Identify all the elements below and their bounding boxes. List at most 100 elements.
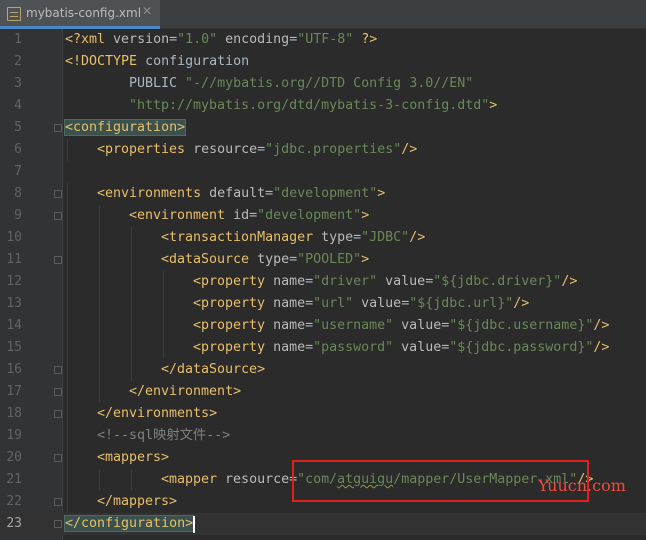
indent-guide bbox=[67, 403, 68, 425]
code-line[interactable]: 10 <transactionManager type="JDBC"/> bbox=[0, 227, 646, 249]
code-text: <mappers> bbox=[97, 450, 169, 466]
code-token: name bbox=[273, 318, 306, 333]
code-line[interactable]: 6 <properties resource="jdbc.properties"/… bbox=[0, 139, 646, 161]
code-token: <property bbox=[193, 318, 274, 333]
code-token: = bbox=[289, 252, 298, 267]
code-line[interactable]: 2 <!DOCTYPE configuration bbox=[0, 51, 646, 73]
code-token: <dataSource bbox=[161, 252, 258, 267]
indent-guide bbox=[67, 139, 68, 161]
code-line[interactable]: 14 <property name="username" value="${jdb… bbox=[0, 315, 646, 337]
code-token: /> bbox=[593, 340, 610, 355]
editor-tab-bar: mybatis-config.xml ✕ bbox=[0, 0, 646, 29]
code-line[interactable]: 5 <configuration> bbox=[0, 117, 646, 139]
code-token: "jdbc.properties" bbox=[265, 142, 402, 157]
line-number: 22 bbox=[6, 494, 22, 509]
code-token: "${jdbc.password}" bbox=[449, 340, 594, 355]
line-number: 12 bbox=[6, 274, 22, 289]
indent-guide bbox=[99, 359, 100, 381]
code-line[interactable]: 23 </configuration> bbox=[0, 513, 646, 535]
fold-marker-icon[interactable] bbox=[54, 366, 62, 374]
indent-guide bbox=[67, 293, 68, 315]
code-token: /> bbox=[401, 142, 418, 157]
fold-marker-icon[interactable] bbox=[54, 520, 62, 528]
fold-marker-icon[interactable] bbox=[54, 190, 62, 198]
code-token: "${jdbc.driver}" bbox=[433, 274, 562, 289]
fold-marker-icon[interactable] bbox=[54, 124, 62, 132]
code-token: <property bbox=[193, 296, 274, 311]
tab-mybatis-config[interactable]: mybatis-config.xml ✕ bbox=[0, 0, 160, 29]
indent-guide bbox=[67, 381, 68, 403]
fold-marker-icon[interactable] bbox=[54, 454, 62, 462]
close-icon[interactable]: ✕ bbox=[142, 4, 152, 18]
line-number: 20 bbox=[6, 450, 22, 465]
fold-marker-icon[interactable] bbox=[54, 256, 62, 264]
code-token: = bbox=[305, 274, 314, 289]
code-text: <environments default="development"> bbox=[97, 186, 385, 202]
line-number: 13 bbox=[6, 296, 22, 311]
code-text: <!DOCTYPE configuration bbox=[65, 54, 249, 70]
code-line[interactable]: 15 <property name="password" value="${jdb… bbox=[0, 337, 646, 359]
code-token: <properties bbox=[97, 142, 194, 157]
code-line[interactable]: 1 <?xml version="1.0" encoding="UTF-8" ?> bbox=[0, 29, 646, 51]
line-number: 19 bbox=[6, 428, 22, 443]
code-token: value bbox=[353, 296, 402, 311]
code-token: default bbox=[209, 186, 266, 201]
indent-guide bbox=[131, 249, 132, 271]
indent-guide bbox=[131, 227, 132, 249]
code-text: <environment id="development"> bbox=[129, 208, 369, 224]
code-token: </configuration> bbox=[63, 515, 195, 532]
code-token: = bbox=[401, 296, 410, 311]
code-line[interactable]: 17 </environment> bbox=[0, 381, 646, 403]
indent-guide bbox=[67, 183, 68, 205]
indent-guide bbox=[131, 271, 132, 293]
code-line[interactable]: 18 </environments> bbox=[0, 403, 646, 425]
indent-guide bbox=[99, 337, 100, 359]
code-text: </environments> bbox=[97, 406, 217, 422]
code-token: "-//mybatis.org//DTD Config 3.0//EN" bbox=[185, 76, 474, 91]
line-number: 2 bbox=[14, 54, 22, 69]
code-line[interactable]: 11 <dataSource type="POOLED"> bbox=[0, 249, 646, 271]
fold-marker-icon[interactable] bbox=[54, 388, 62, 396]
code-text: </dataSource> bbox=[161, 362, 265, 378]
code-line[interactable]: 9 <environment id="development"> bbox=[0, 205, 646, 227]
code-text: <!--sql映射文件--> bbox=[97, 428, 230, 444]
code-text: <property name="driver" value="${jdbc.dr… bbox=[193, 274, 577, 290]
code-line[interactable]: 3 PUBLIC "-//mybatis.org//DTD Config 3.0/… bbox=[0, 73, 646, 95]
code-token: resource bbox=[225, 472, 290, 487]
code-token: <!DOCTYPE bbox=[65, 54, 146, 69]
code-line[interactable]: 16 </dataSource> bbox=[0, 359, 646, 381]
code-token: "password" bbox=[313, 340, 394, 355]
code-token: = bbox=[257, 142, 266, 157]
indent-guide bbox=[67, 227, 68, 249]
code-line[interactable]: 13 <property name="url" value="${jdbc.url… bbox=[0, 293, 646, 315]
code-token: <configuration> bbox=[63, 119, 187, 136]
code-token: version bbox=[113, 32, 170, 47]
code-text: <transactionManager type="JDBC"/> bbox=[161, 230, 425, 246]
code-line[interactable]: 7 bbox=[0, 161, 646, 183]
code-token: PUBLIC bbox=[129, 76, 186, 91]
code-token: > bbox=[361, 208, 370, 223]
code-line[interactable]: 19 <!--sql映射文件--> bbox=[0, 425, 646, 447]
code-text: <configuration> bbox=[63, 119, 187, 136]
code-token: "JDBC" bbox=[361, 230, 410, 245]
fold-marker-icon[interactable] bbox=[54, 498, 62, 506]
indent-guide bbox=[67, 491, 68, 513]
indent-guide bbox=[99, 381, 100, 403]
code-token: <mappers> bbox=[97, 450, 170, 465]
code-line[interactable]: 8 <environments default="development"> bbox=[0, 183, 646, 205]
xml-file-icon bbox=[7, 7, 21, 21]
code-text: <property name="password" value="${jdbc.… bbox=[193, 340, 609, 356]
code-line[interactable]: 12 <property name="driver" value="${jdbc.… bbox=[0, 271, 646, 293]
code-token: <property bbox=[193, 340, 274, 355]
code-token: <?xml bbox=[65, 32, 114, 47]
code-token: </environments> bbox=[97, 406, 218, 421]
indent-guide bbox=[131, 337, 132, 359]
code-text: <property name="username" value="${jdbc.… bbox=[193, 318, 609, 334]
code-token: /> bbox=[561, 274, 578, 289]
code-token: = bbox=[265, 186, 274, 201]
code-token: <environment bbox=[129, 208, 234, 223]
code-token: </environment> bbox=[129, 384, 242, 399]
code-line[interactable]: 4 "http://mybatis.org/dtd/mybatis-3-confi… bbox=[0, 95, 646, 117]
fold-marker-icon[interactable] bbox=[54, 212, 62, 220]
fold-marker-icon[interactable] bbox=[54, 410, 62, 418]
